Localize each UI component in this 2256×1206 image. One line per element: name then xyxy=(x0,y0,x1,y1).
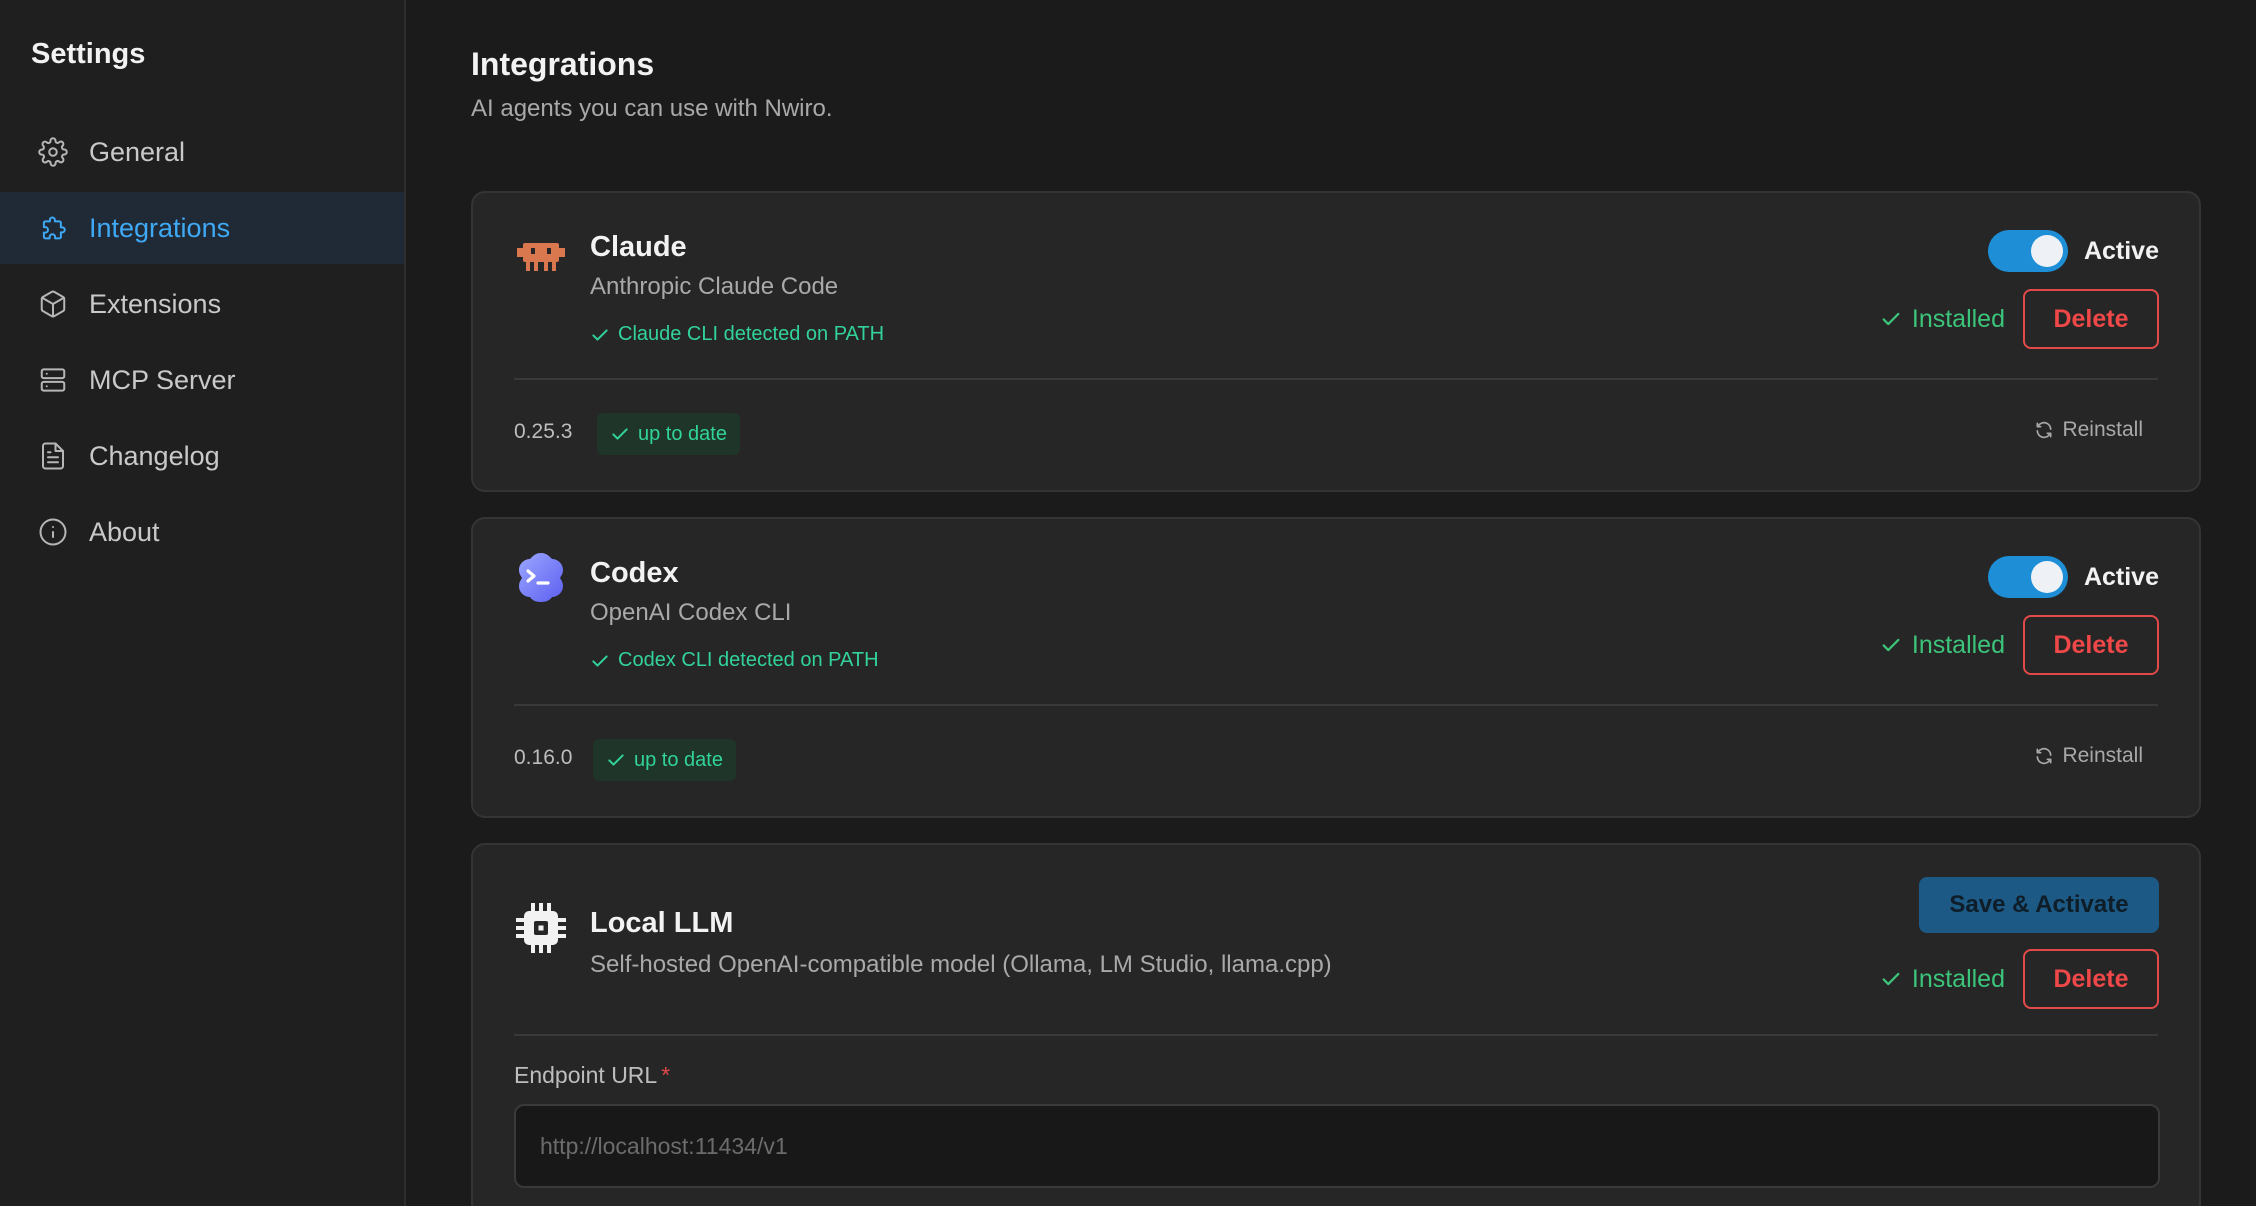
refresh-icon xyxy=(2036,747,2052,765)
status-badge-label: up to date xyxy=(634,748,723,771)
version-number: 0.25.3 xyxy=(514,420,573,443)
puzzle-icon xyxy=(37,212,69,244)
installed-label: Installed xyxy=(1911,304,2005,333)
check-icon xyxy=(1882,312,1900,326)
required-mark: * xyxy=(661,1062,671,1088)
sidebar-item-changelog[interactable]: Changelog xyxy=(0,420,404,492)
reinstall-label: Reinstall xyxy=(2062,744,2143,767)
installed-label: Installed xyxy=(1911,630,2005,659)
integration-description: OpenAI Codex CLI xyxy=(590,599,792,626)
integration-card-claude: Claude Anthropic Claude Code Claude CLI … xyxy=(471,191,2201,492)
check-icon xyxy=(612,428,628,440)
codex-terminal-icon xyxy=(514,550,568,604)
page-title: Integrations xyxy=(471,46,655,82)
integration-name: Local LLM xyxy=(590,907,734,939)
check-icon xyxy=(1882,638,1900,652)
sidebar-item-label: About xyxy=(89,516,160,547)
version-number: 0.16.0 xyxy=(514,746,573,769)
refresh-icon xyxy=(2036,421,2052,439)
page-subtitle: AI agents you can use with Nwiro. xyxy=(471,95,833,122)
divider xyxy=(514,1034,2158,1036)
sidebar-item-label: MCP Server xyxy=(89,364,236,395)
active-toggle[interactable] xyxy=(1987,556,2068,598)
check-icon xyxy=(1882,972,1900,986)
active-toggle-group: Active xyxy=(1987,230,2159,272)
toggle-label: Active xyxy=(2083,236,2159,265)
save-activate-button[interactable]: Save & Activate xyxy=(1919,877,2159,933)
installed-status: Installed xyxy=(1880,965,2005,994)
sidebar-item-extensions[interactable]: Extensions xyxy=(0,268,404,340)
toggle-label: Active xyxy=(2083,562,2159,591)
active-toggle-group: Active xyxy=(1987,556,2159,598)
sidebar-item-label: Extensions xyxy=(89,288,222,319)
reinstall-button[interactable]: Reinstall xyxy=(2034,744,2143,768)
detection-text: Claude CLI detected on PATH xyxy=(618,323,885,345)
sidebar-item-label: Integrations xyxy=(89,212,231,243)
status-badge: up to date xyxy=(597,413,740,455)
install-row: Installed Delete xyxy=(1880,949,2159,1009)
endpoint-url-input[interactable] xyxy=(514,1104,2160,1188)
reinstall-button[interactable]: Reinstall xyxy=(2034,418,2143,442)
sidebar-item-label: General xyxy=(89,136,186,167)
check-icon xyxy=(592,328,608,341)
sidebar-item-general[interactable]: General xyxy=(0,116,404,188)
cpu-chip-icon xyxy=(514,901,568,955)
status-badge: up to date xyxy=(593,739,736,781)
integration-name: Claude xyxy=(590,231,687,263)
status-badge-label: up to date xyxy=(638,422,727,445)
installed-status: Installed xyxy=(1880,631,2005,660)
check-icon xyxy=(608,754,624,766)
document-icon xyxy=(37,440,69,472)
delete-button[interactable]: Delete xyxy=(2023,615,2159,675)
sidebar-item-label: Changelog xyxy=(89,440,220,471)
toggle-knob xyxy=(2030,235,2063,267)
install-row: Installed Delete xyxy=(1880,289,2159,349)
detection-status: Codex CLI detected on PATH xyxy=(590,649,879,672)
integration-description: Anthropic Claude Code xyxy=(590,273,839,300)
integration-description: Self-hosted OpenAI-compatible model (Oll… xyxy=(590,951,1332,978)
integration-card-codex: Codex OpenAI Codex CLI Codex CLI detecte… xyxy=(471,517,2201,818)
active-toggle[interactable] xyxy=(1987,230,2068,272)
endpoint-label-text: Endpoint URL xyxy=(514,1062,658,1088)
server-icon xyxy=(37,364,69,396)
delete-button[interactable]: Delete xyxy=(2023,949,2159,1009)
cube-icon xyxy=(37,288,69,320)
installed-status: Installed xyxy=(1880,305,2005,334)
sidebar-item-mcp-server[interactable]: MCP Server xyxy=(0,344,404,416)
integration-name: Codex xyxy=(590,557,679,589)
sidebar-title: Settings xyxy=(31,38,146,70)
delete-button[interactable]: Delete xyxy=(2023,289,2159,349)
divider xyxy=(514,378,2158,380)
detection-text: Codex CLI detected on PATH xyxy=(618,649,879,671)
detection-status: Claude CLI detected on PATH xyxy=(590,323,884,346)
claude-robot-icon xyxy=(514,230,568,284)
check-icon xyxy=(592,654,608,667)
reinstall-label: Reinstall xyxy=(2062,418,2143,441)
info-icon xyxy=(37,516,69,548)
install-row: Installed Delete xyxy=(1880,615,2159,675)
gear-icon xyxy=(37,136,69,168)
integration-card-local-llm: Local LLM Self-hosted OpenAI-compatible … xyxy=(471,843,2201,1206)
settings-sidebar: Settings General Integrations Extensions… xyxy=(0,0,406,1206)
endpoint-url-label: Endpoint URL * xyxy=(514,1062,670,1089)
installed-label: Installed xyxy=(1911,964,2005,993)
toggle-knob xyxy=(2030,561,2063,593)
sidebar-item-integrations[interactable]: Integrations xyxy=(0,192,404,264)
settings-nav: General Integrations Extensions MCP Serv… xyxy=(0,116,404,572)
sidebar-item-about[interactable]: About xyxy=(0,496,404,568)
divider xyxy=(514,704,2158,706)
